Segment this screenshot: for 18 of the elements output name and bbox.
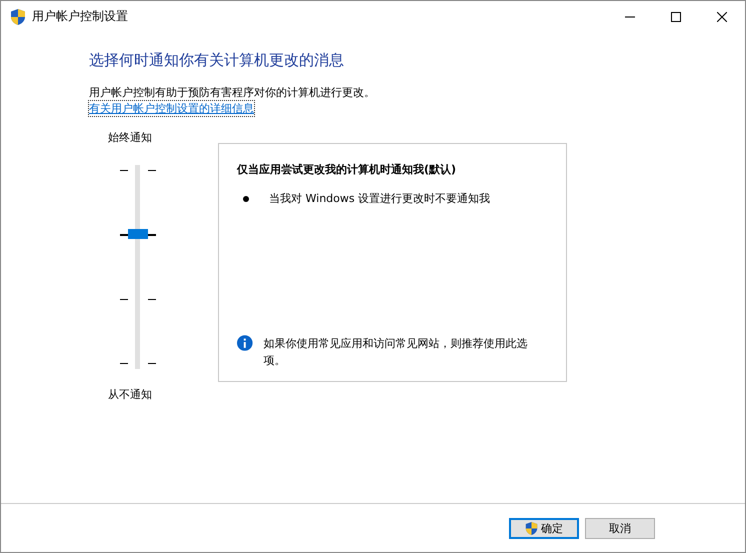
maximize-icon[interactable] <box>671 12 681 22</box>
page-heading: 选择何时通知你有关计算机更改的消息 <box>89 51 344 70</box>
details-link[interactable]: 有关用户帐户控制设置的详细信息 <box>89 101 254 116</box>
note-text: 如果你使用常见应用和访问常见网站，则推荐使用此选项。 <box>264 336 529 369</box>
close-icon[interactable] <box>717 12 727 22</box>
slider-top-label: 始终通知 <box>108 130 152 145</box>
shield-icon <box>10 8 26 26</box>
bullet-icon <box>243 196 249 202</box>
bullet-text: 当我对 Windows 设置进行更改时不要通知我 <box>269 191 490 206</box>
shield-icon <box>525 520 538 536</box>
slider-thumb[interactable] <box>128 228 148 239</box>
description-text: 用户帐户控制有助于预防有害程序对你的计算机进行更改。 <box>89 85 375 101</box>
window-title: 用户帐户控制设置 <box>32 8 128 25</box>
slider-bottom-label: 从不通知 <box>108 387 152 402</box>
ok-button[interactable]: 确定 <box>509 518 579 538</box>
info-icon <box>237 335 253 351</box>
setting-title: 仅当应用尝试更改我的计算机时通知我(默认) <box>237 162 458 177</box>
cancel-button[interactable]: 取消 <box>585 518 655 538</box>
